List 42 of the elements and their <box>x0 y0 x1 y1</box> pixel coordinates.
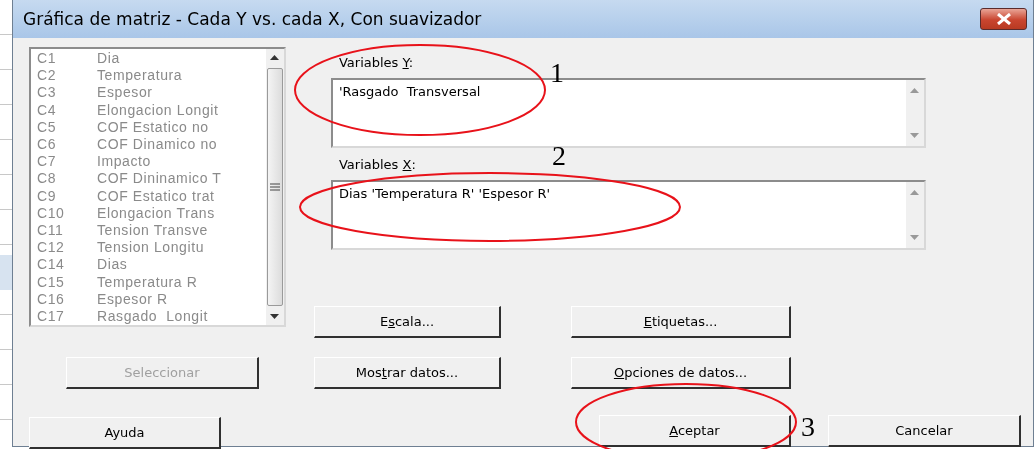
grip-icon <box>270 183 280 191</box>
scroll-up-icon <box>270 55 280 60</box>
dialog-button[interactable]: Opciones de datos... <box>571 357 791 389</box>
window-title: Gráfica de matriz - Cada Y vs. cada X, Con suavizador <box>23 9 482 29</box>
close-icon <box>994 13 1013 25</box>
scroll-up-icon <box>910 190 920 195</box>
column-item[interactable]: C16 Espesor R <box>37 290 266 309</box>
column-item[interactable]: C15 Temperatura R <box>37 273 266 291</box>
column-item[interactable]: C11 Tension Transve <box>37 222 266 240</box>
scrollbar[interactable] <box>906 80 924 146</box>
field-label: Variables Y: <box>339 55 414 72</box>
scroll-down-icon <box>910 235 920 240</box>
annotation-number: 3 <box>801 411 815 442</box>
close-button[interactable] <box>980 8 1027 30</box>
column-item[interactable]: C6 COF Dinamico no <box>37 136 266 154</box>
field-label: Variables X: <box>339 157 416 174</box>
column-item[interactable]: C12 Tension Longitu <box>37 239 266 257</box>
dialog-button[interactable]: Cancelar <box>828 415 1021 447</box>
column-item[interactable]: C14 Dias <box>37 256 266 274</box>
scroll-thumb[interactable] <box>267 68 283 306</box>
column-item[interactable]: C10 Elongacion Trans <box>37 204 266 223</box>
column-item[interactable]: C3 Espesor <box>37 84 266 102</box>
dialog-button[interactable]: Ayuda <box>29 417 221 449</box>
dialog-button[interactable]: Mostrar datos... <box>314 357 501 389</box>
column-item[interactable]: C7 Impacto <box>37 153 266 171</box>
column-item[interactable]: C4 Elongacion Longit <box>37 101 266 119</box>
scroll-down-icon <box>910 133 920 138</box>
scroll-down-icon <box>270 314 280 319</box>
column-list[interactable] <box>29 47 286 327</box>
scrollbar[interactable] <box>906 182 924 248</box>
dialog-button[interactable]: Etiquetas... <box>571 306 791 338</box>
scrollbar[interactable] <box>266 49 284 325</box>
column-item[interactable]: C9 COF Estatico trat <box>37 187 266 205</box>
column-item[interactable]: C1 Dia <box>37 50 266 68</box>
scroll-up-icon <box>910 88 920 93</box>
column-item[interactable]: C2 Temperatura <box>37 67 266 85</box>
column-item[interactable]: C17 Rasgado Longit <box>37 308 266 326</box>
column-item[interactable]: C5 COF Estatico no <box>37 118 266 136</box>
input-field[interactable]: Dias 'Temperatura R' 'Espesor R' <box>331 180 926 250</box>
dialog-button[interactable]: Aceptar <box>599 415 791 447</box>
column-item[interactable]: C8 COF Dininamico T <box>37 170 266 188</box>
dialog-button[interactable]: Escala... <box>314 306 501 338</box>
